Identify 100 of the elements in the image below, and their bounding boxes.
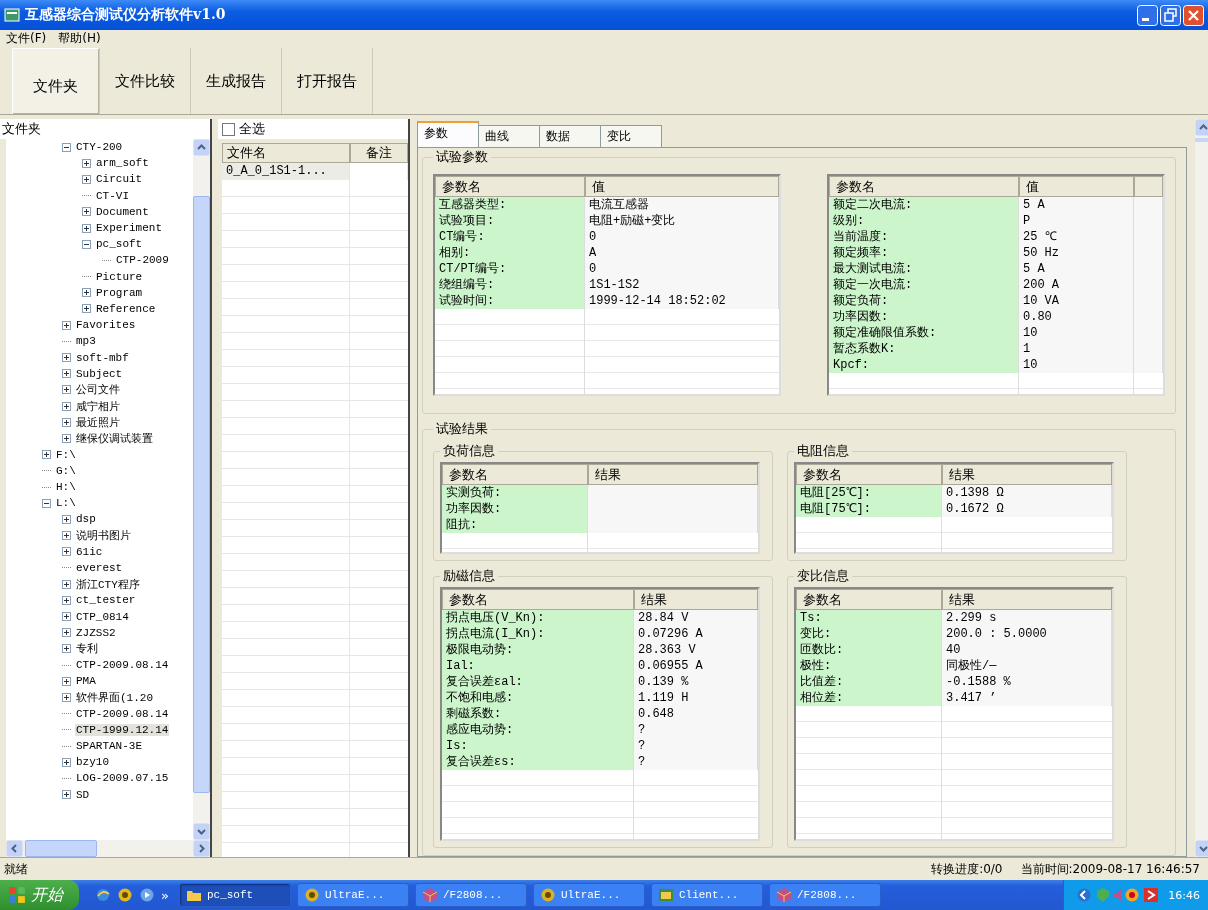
expand-toggle-icon[interactable] xyxy=(62,579,71,589)
tree-item[interactable]: mp3 xyxy=(75,335,97,348)
tree-item[interactable]: CTP-2009.08.14 xyxy=(75,707,170,720)
expand-toggle-icon[interactable] xyxy=(62,612,71,622)
tree-item[interactable]: pc_soft xyxy=(95,238,144,251)
tab[interactable]: 变比 xyxy=(600,125,662,147)
expand-toggle-icon[interactable] xyxy=(62,417,71,427)
expand-toggle-icon[interactable] xyxy=(62,385,71,395)
column-header[interactable]: 值 xyxy=(585,176,779,197)
tree-item[interactable]: 咸宁相片 xyxy=(75,398,121,414)
tree-item[interactable]: Program xyxy=(95,286,144,299)
expand-toggle-icon[interactable] xyxy=(62,790,71,800)
tree-item[interactable]: ZJZSS2 xyxy=(75,626,117,639)
column-header[interactable]: 参数名 xyxy=(796,464,942,485)
tree-item[interactable]: CTP_0814 xyxy=(75,610,130,623)
tree-item[interactable]: L:\ xyxy=(55,497,77,510)
tree-item[interactable]: Subject xyxy=(75,367,124,380)
browser-icon[interactable] xyxy=(95,887,111,903)
tree-item[interactable]: SD xyxy=(75,788,91,801)
column-header[interactable]: 值 xyxy=(1019,176,1134,197)
expand-toggle-icon[interactable] xyxy=(62,401,71,411)
tree-item[interactable]: G:\ xyxy=(55,464,77,477)
expand-toggle-icon[interactable] xyxy=(82,239,91,249)
tree-item[interactable]: 继保仪调试装置 xyxy=(75,430,154,446)
tab[interactable]: 参数 xyxy=(417,121,479,147)
taskbar-button[interactable]: /F2808... xyxy=(414,883,527,907)
tree-item[interactable]: SPARTAN-3E xyxy=(75,740,143,753)
minimize-button[interactable] xyxy=(1137,4,1158,26)
column-header[interactable]: 参数名 xyxy=(796,589,942,610)
taskbar-button[interactable]: UltraE... xyxy=(532,883,645,907)
column-header[interactable]: 结果 xyxy=(942,589,1112,610)
expand-toggle-icon[interactable] xyxy=(62,644,71,654)
expand-toggle-icon[interactable] xyxy=(82,207,91,217)
taskbar-button[interactable]: /F2808... xyxy=(768,883,881,907)
scroll-down-icon[interactable] xyxy=(193,823,210,840)
scroll-down-icon[interactable] xyxy=(1195,840,1208,857)
file-name-cell[interactable]: 0_A_0_1S1-1... xyxy=(222,163,350,181)
scroll-left-icon[interactable] xyxy=(6,840,23,857)
tree-item[interactable]: LOG-2009.07.15 xyxy=(75,772,170,785)
tree-item[interactable]: 61ic xyxy=(75,545,104,558)
expand-toggle-icon[interactable] xyxy=(62,547,71,557)
vertical-scrollbar[interactable] xyxy=(193,139,210,840)
column-header[interactable]: 结果 xyxy=(942,464,1112,485)
tree-item[interactable]: soft-mbf xyxy=(75,351,130,364)
tree-item[interactable]: Favorites xyxy=(75,319,137,332)
expand-toggle-icon[interactable] xyxy=(62,353,71,363)
more-button[interactable]: » xyxy=(161,887,169,903)
tree-item[interactable]: Circuit xyxy=(95,173,144,186)
expand-toggle-icon[interactable] xyxy=(62,676,71,686)
column-header[interactable]: 结果 xyxy=(634,589,758,610)
expand-toggle-icon[interactable] xyxy=(62,595,71,605)
tree-item[interactable]: 公司文件 xyxy=(75,382,121,398)
scroll-up-icon[interactable] xyxy=(1195,119,1208,136)
column-header[interactable]: 参数名 xyxy=(435,176,585,197)
taskbar-button[interactable]: UltraE... xyxy=(296,883,409,907)
tree-item[interactable]: CTP-2009.08.14 xyxy=(75,659,170,672)
tree-item[interactable]: everest xyxy=(75,561,124,574)
media-icon[interactable] xyxy=(139,887,155,903)
vertical-scrollbar[interactable] xyxy=(1195,119,1208,857)
expand-toggle-icon[interactable] xyxy=(82,223,91,233)
tree-item[interactable]: arm_soft xyxy=(95,157,150,170)
scroll-up-icon[interactable] xyxy=(193,139,210,156)
tree-item[interactable]: 专利 xyxy=(75,641,99,657)
expand-toggle-icon[interactable] xyxy=(62,514,71,524)
maximize-button[interactable] xyxy=(1160,4,1181,26)
expand-toggle-icon[interactable] xyxy=(62,692,71,702)
tree-item[interactable]: 软件界面(1.20 xyxy=(75,689,154,705)
tree-item[interactable]: CTP-2009 xyxy=(115,254,170,267)
tree-item[interactable]: 最近照片 xyxy=(75,414,121,430)
taskbar-button[interactable]: Client... xyxy=(650,883,763,907)
expand-toggle-icon[interactable] xyxy=(82,288,91,298)
scroll-right-icon[interactable] xyxy=(193,840,210,857)
expand-toggle-icon[interactable] xyxy=(62,433,71,443)
tree-item[interactable]: CTY-200 xyxy=(75,141,124,154)
expand-toggle-icon[interactable] xyxy=(62,531,71,541)
column-header[interactable]: 结果 xyxy=(588,464,758,485)
column-header[interactable]: 文件名 xyxy=(222,143,350,163)
menu-item[interactable]: 帮助(H) xyxy=(58,29,101,47)
expand-toggle-icon[interactable] xyxy=(62,757,71,767)
tree-item[interactable]: H:\ xyxy=(55,481,77,494)
horizontal-scrollbar[interactable] xyxy=(6,840,210,857)
tree-item[interactable]: Experiment xyxy=(95,222,163,235)
tab[interactable]: 曲线 xyxy=(478,125,540,147)
tree-item[interactable]: CTP-1999.12.14 xyxy=(75,723,170,736)
expand-toggle-icon[interactable] xyxy=(82,158,91,168)
expand-toggle-icon[interactable] xyxy=(62,320,71,330)
tree-item[interactable]: bzy10 xyxy=(75,756,110,769)
tree-item[interactable]: 浙江CTY程序 xyxy=(75,576,141,592)
tree-item[interactable]: Picture xyxy=(95,270,144,283)
tree-item[interactable]: ct_tester xyxy=(75,594,137,607)
taskbar-button[interactable]: pc_soft xyxy=(178,883,291,907)
checkbox[interactable] xyxy=(222,122,235,136)
close-button[interactable] xyxy=(1183,4,1204,26)
tab[interactable]: 数据 xyxy=(539,125,601,147)
tree-item[interactable]: F:\ xyxy=(55,448,77,461)
expand-toggle-icon[interactable] xyxy=(82,304,91,314)
column-header[interactable]: 参数名 xyxy=(829,176,1019,197)
expand-toggle-icon[interactable] xyxy=(42,498,51,508)
menu-item[interactable]: 文件(F) xyxy=(6,29,47,47)
expand-toggle-icon[interactable] xyxy=(82,174,91,184)
